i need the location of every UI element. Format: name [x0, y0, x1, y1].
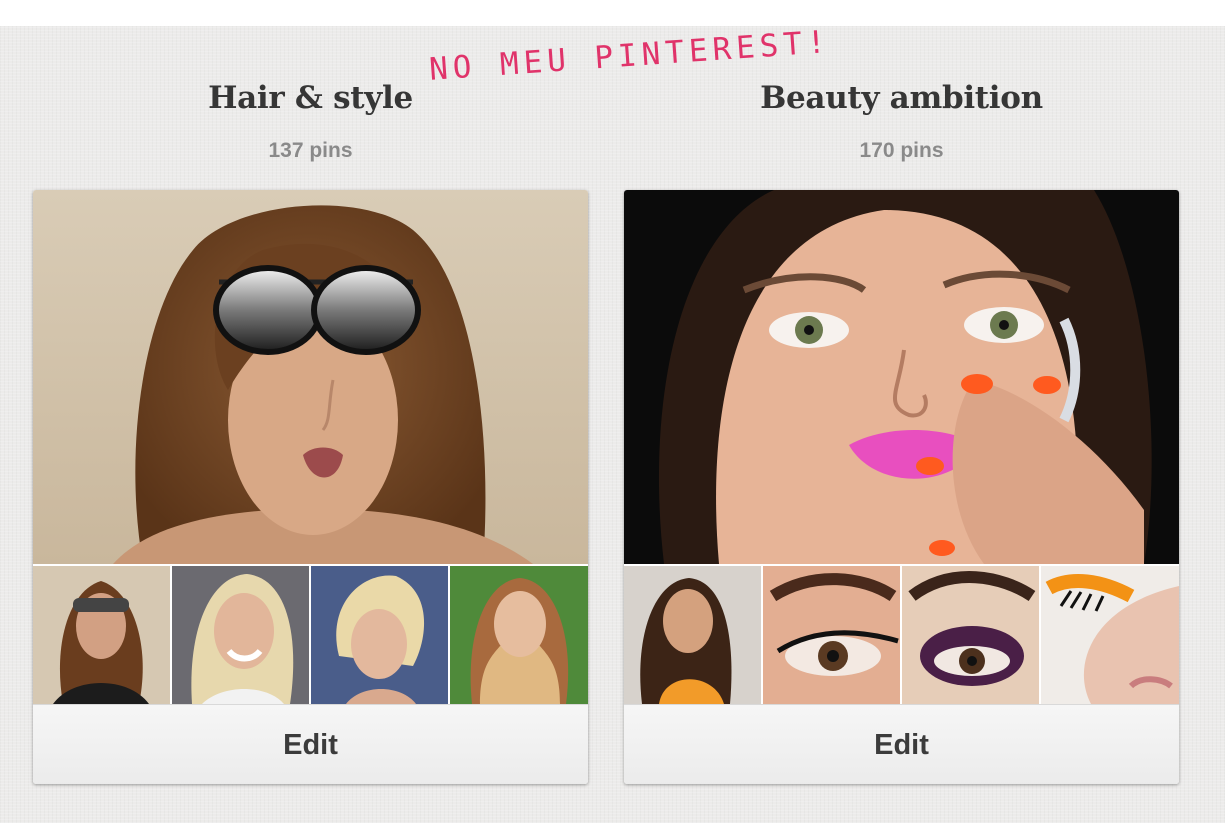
pin-thumbnail[interactable] — [763, 566, 900, 704]
pin-thumbnail[interactable] — [311, 566, 448, 704]
pin-thumbnail[interactable] — [624, 566, 761, 704]
board-card-hair-style[interactable]: Edit — [33, 190, 588, 784]
pin-thumbnail[interactable] — [172, 566, 309, 704]
pin-thumbnail[interactable] — [902, 566, 1039, 704]
board-cover-image[interactable] — [624, 190, 1179, 564]
pin-thumbnail[interactable] — [33, 566, 170, 704]
board-thumbnails — [624, 566, 1179, 704]
board-title-beauty-ambition[interactable]: Beauty ambition — [624, 80, 1179, 116]
board-thumbnails — [33, 566, 588, 704]
board-title-hair-style[interactable]: Hair & style — [33, 80, 588, 116]
board-card-beauty-ambition[interactable]: Edit — [624, 190, 1179, 784]
pin-thumbnail[interactable] — [450, 566, 588, 704]
edit-board-button[interactable]: Edit — [624, 704, 1179, 784]
pin-thumbnail[interactable] — [1041, 566, 1179, 704]
board-cover-image[interactable] — [33, 190, 588, 564]
edit-board-button[interactable]: Edit — [33, 704, 588, 784]
board-pin-count: 137 pins — [268, 139, 353, 162]
board-pin-count: 170 pins — [859, 139, 944, 162]
